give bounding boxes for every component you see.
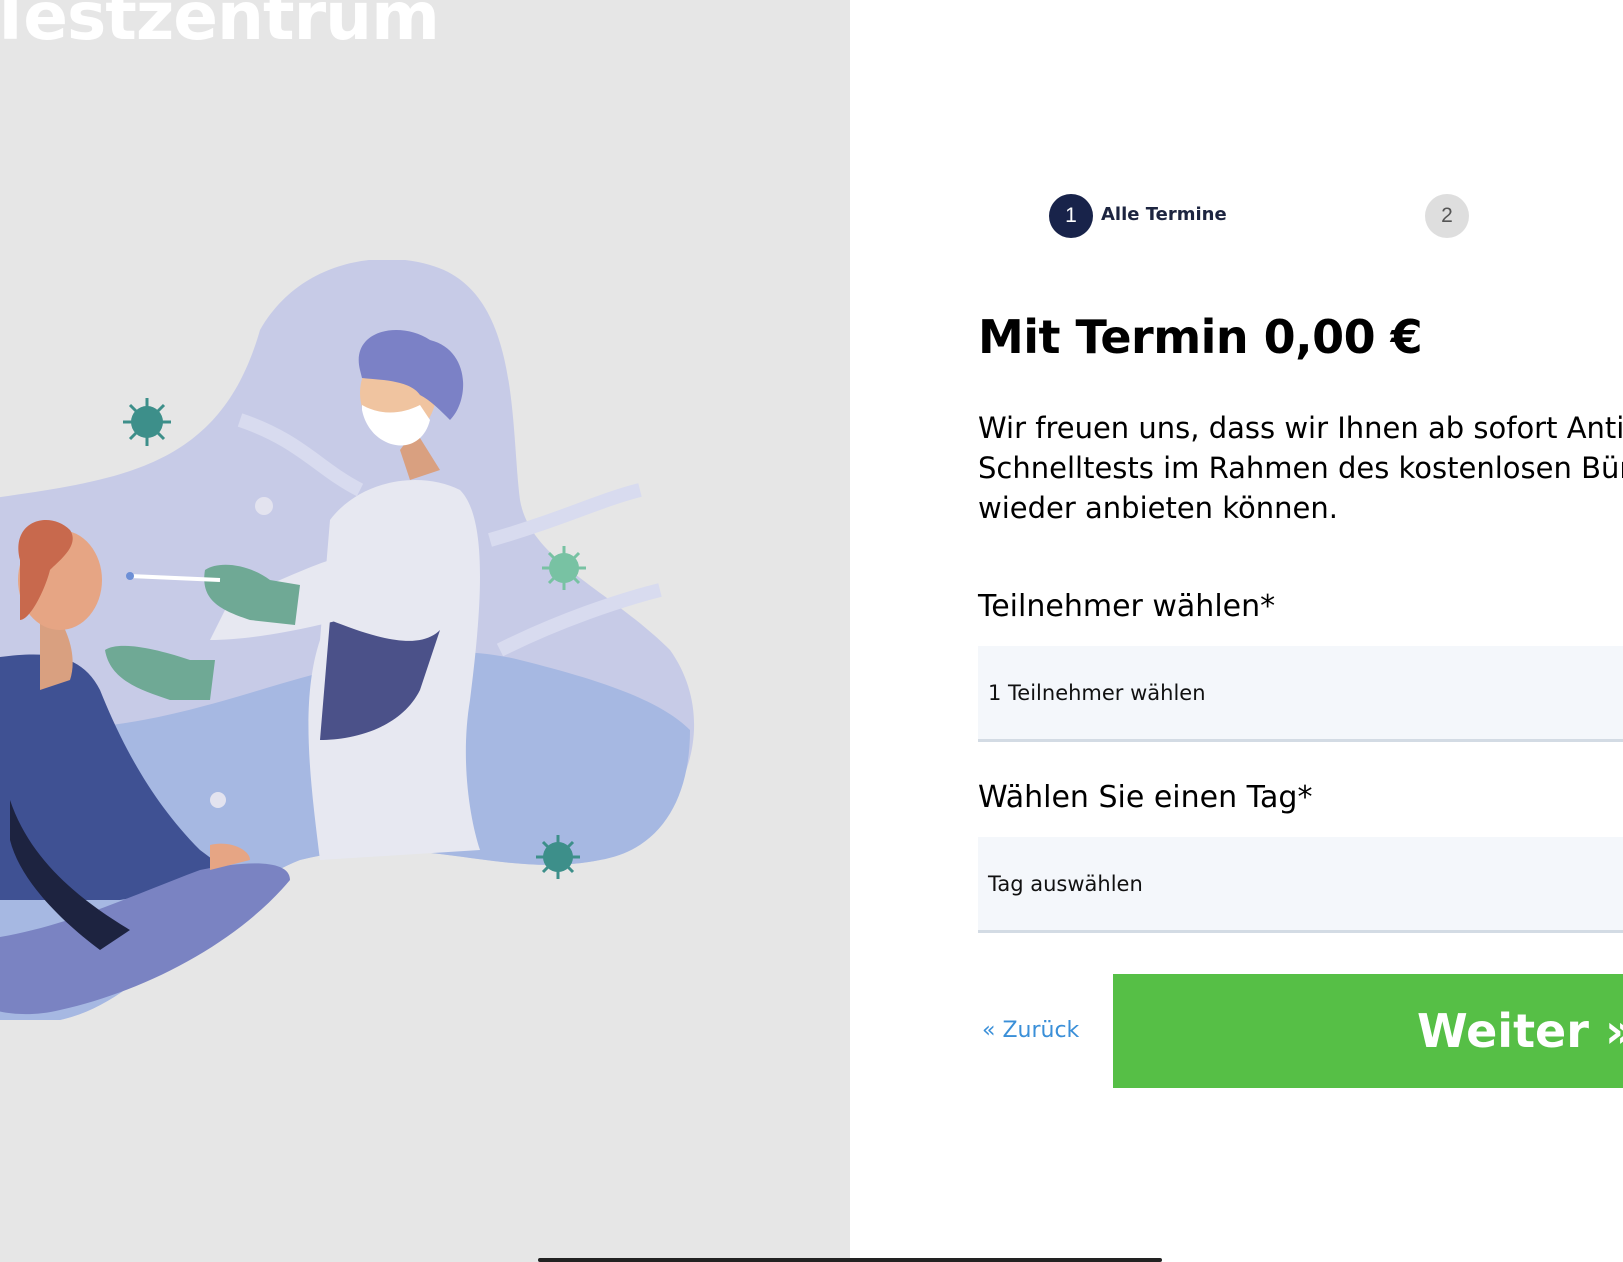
virus-icon: [123, 398, 171, 446]
illustration-panel: Testzentrum: [0, 0, 850, 1262]
step-1-label: Alle Termine: [1101, 204, 1227, 225]
step-1-indicator[interactable]: 1: [1049, 194, 1093, 238]
intro-text: Wir freuen uns, dass wir Ihnen ab sofort…: [978, 411, 1623, 525]
participants-select[interactable]: 1 Teilnehmer wählen: [978, 646, 1623, 742]
booking-panel: 1 Alle Termine 2 Mit Termin 0,00 € Wir f…: [850, 0, 1623, 1262]
next-button[interactable]: Weiter »: [1113, 974, 1623, 1088]
nasal-swab-test-illustration: [0, 260, 694, 1020]
day-label: Wählen Sie einen Tag*: [978, 780, 1313, 815]
site-logo: Testzentrum: [0, 0, 440, 55]
participants-label: Teilnehmer wählen*: [978, 589, 1276, 624]
back-link[interactable]: « Zurück: [982, 1018, 1079, 1043]
day-select[interactable]: Tag auswählen: [978, 837, 1623, 933]
page-title: Mit Termin 0,00 €: [978, 310, 1423, 364]
step-2-indicator[interactable]: 2: [1425, 194, 1469, 238]
home-indicator: [538, 1258, 1162, 1262]
